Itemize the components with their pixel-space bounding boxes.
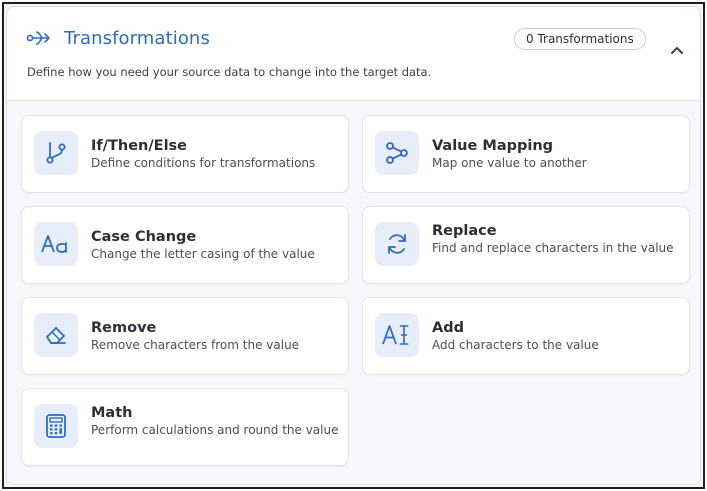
text-case-icon bbox=[34, 222, 78, 266]
window-frame: Transformations 0 Transformations Define… bbox=[2, 2, 705, 489]
panel-description: Define how you need your source data to … bbox=[27, 65, 432, 79]
share-nodes-icon bbox=[375, 131, 419, 175]
card-description: Remove characters from the value bbox=[91, 338, 300, 352]
eraser-icon bbox=[34, 313, 78, 357]
card-description: Perform calculations and round the value bbox=[91, 423, 339, 437]
transformations-panel: Transformations 0 Transformations Define… bbox=[6, 6, 701, 485]
branch-icon bbox=[34, 131, 78, 175]
transformations-icon bbox=[26, 31, 50, 45]
card-title: Add bbox=[432, 320, 464, 336]
card-title: Replace bbox=[432, 223, 497, 239]
card-description: Map one value to another bbox=[432, 156, 587, 170]
panel-header: Transformations 0 Transformations Define… bbox=[7, 7, 700, 101]
card-title: Value Mapping bbox=[432, 138, 554, 154]
card-title: Math bbox=[91, 405, 133, 421]
card-title: Remove bbox=[91, 320, 157, 336]
transformation-card-remove[interactable]: Remove Remove characters from the value bbox=[21, 297, 349, 375]
card-description: Find and replace characters in the value bbox=[432, 241, 674, 255]
transformation-card-math[interactable]: Math Perform calculations and round the … bbox=[21, 388, 349, 466]
text-cursor-icon bbox=[375, 313, 419, 357]
collapse-button[interactable] bbox=[666, 39, 688, 61]
transformations-count-badge: 0 Transformations bbox=[514, 28, 646, 50]
card-description: Change the letter casing of the value bbox=[91, 247, 315, 261]
chevron-up-icon bbox=[671, 47, 683, 54]
calculator-icon bbox=[34, 404, 78, 448]
transformation-card-if-then-else[interactable]: If/Then/Else Define conditions for trans… bbox=[21, 115, 349, 193]
card-title: Case Change bbox=[91, 229, 197, 245]
transformation-card-value-mapping[interactable]: Value Mapping Map one value to another bbox=[362, 115, 690, 193]
transformation-card-add[interactable]: Add Add characters to the value bbox=[362, 297, 690, 375]
page-title: Transformations bbox=[64, 28, 210, 49]
transformation-card-replace[interactable]: Replace Find and replace characters in t… bbox=[362, 206, 690, 284]
card-description: Add characters to the value bbox=[432, 338, 599, 352]
refresh-icon bbox=[375, 222, 419, 266]
transformation-card-case-change[interactable]: Case Change Change the letter casing of … bbox=[21, 206, 349, 284]
card-description: Define conditions for transformations bbox=[91, 156, 316, 170]
card-title: If/Then/Else bbox=[91, 138, 188, 154]
